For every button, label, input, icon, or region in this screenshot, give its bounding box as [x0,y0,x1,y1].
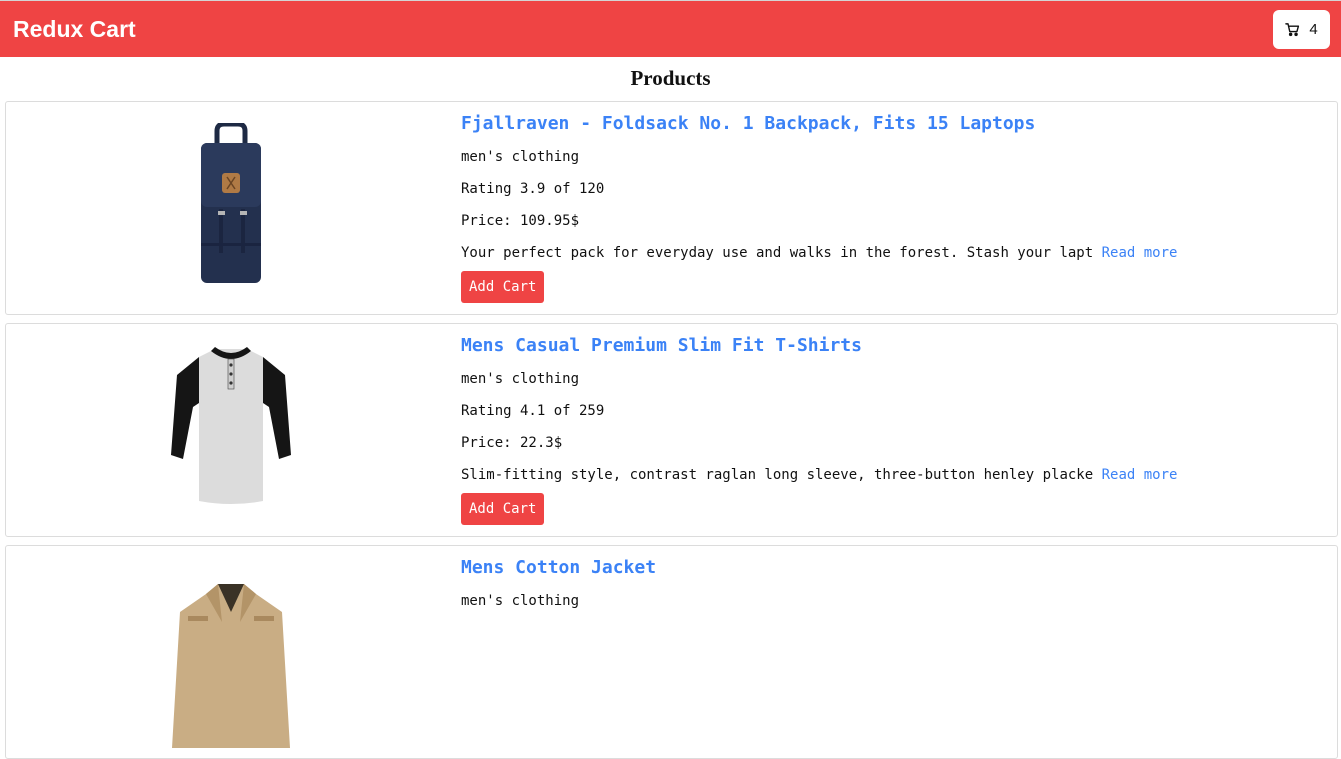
cart-button[interactable]: 4 [1273,10,1330,49]
description-text: Slim-fitting style, contrast raglan long… [461,467,1094,483]
product-image [156,116,306,292]
product-card: Mens Cotton Jacket men's clothing [5,545,1338,759]
cart-count: 4 [1309,21,1318,38]
product-price: Price: 22.3$ [461,435,563,451]
product-category: men's clothing [461,371,580,387]
navbar: Redux Cart 4 [0,0,1341,57]
product-card: Fjallraven - Foldsack No. 1 Backpack, Fi… [5,101,1338,315]
product-category: men's clothing [461,149,580,165]
product-image [156,338,306,514]
product-card: Mens Casual Premium Slim Fit T-Shirts me… [5,323,1338,537]
brand-title[interactable]: Redux Cart [13,16,136,43]
description-text: Your perfect pack for everyday use and w… [461,245,1094,261]
cart-icon [1285,22,1300,37]
product-description: Your perfect pack for everyday use and w… [461,244,1327,262]
product-image [156,560,306,748]
add-cart-button[interactable]: Add Cart [461,493,545,525]
page-title: Products [630,66,711,90]
jacket-image [172,584,290,748]
product-rating: Rating 4.1 of 259 [461,403,605,419]
product-price: Price: 109.95$ [461,213,580,229]
read-more-link[interactable]: Read more [1102,245,1178,261]
read-more-link[interactable]: Read more [1102,467,1178,483]
product-description: Slim-fitting style, contrast raglan long… [461,466,1327,484]
backpack-image [201,123,261,283]
product-title[interactable]: Fjallraven - Foldsack No. 1 Backpack, Fi… [461,112,1327,136]
product-title[interactable]: Mens Casual Premium Slim Fit T-Shirts [461,334,1327,358]
product-title[interactable]: Mens Cotton Jacket [461,556,1327,580]
tshirt-image [171,347,291,504]
product-rating: Rating 3.9 of 120 [461,181,605,197]
add-cart-button[interactable]: Add Cart [461,271,545,303]
product-category: men's clothing [461,593,580,609]
